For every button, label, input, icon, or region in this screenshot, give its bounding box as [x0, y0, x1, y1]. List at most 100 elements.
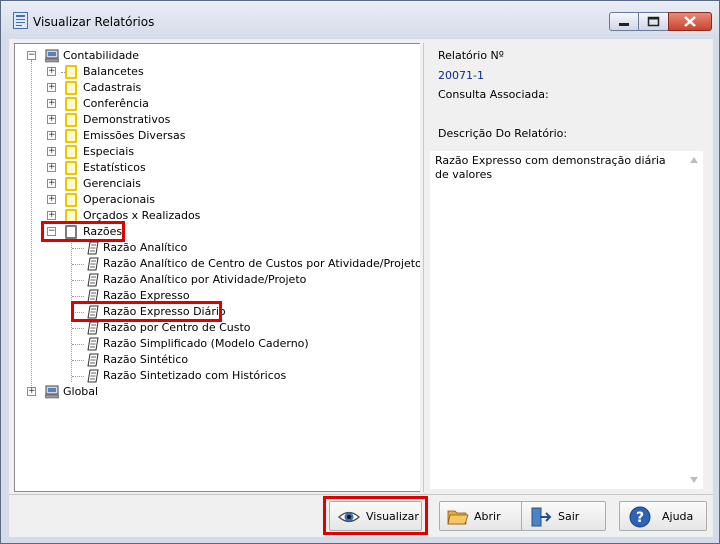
highlight-box: [71, 301, 222, 322]
description-text: Razão Expresso com demonstração diária d…: [435, 154, 666, 181]
tree-node-label: Balancetes: [83, 65, 144, 78]
tree-line: [72, 264, 84, 265]
scroll-down-icon[interactable]: [690, 477, 698, 483]
expand-icon[interactable]: +: [47, 195, 56, 204]
report-icon: [87, 241, 99, 255]
abrir-label: Abrir: [474, 510, 501, 523]
tree-node-report[interactable]: Razão Sintetizado com Históricos: [15, 368, 415, 384]
title-bar[interactable]: Visualizar Relatórios: [1, 1, 719, 39]
sair-button[interactable]: Sair: [521, 501, 606, 531]
folder-icon: [65, 177, 77, 191]
expand-icon[interactable]: +: [47, 211, 56, 220]
report-icon: [87, 321, 99, 335]
expand-icon[interactable]: +: [47, 67, 56, 76]
close-icon: [684, 16, 696, 27]
tree-node-report[interactable]: Razão Simplificado (Modelo Caderno): [15, 336, 415, 352]
tree-line: [72, 280, 84, 281]
highlight-box: [41, 221, 125, 242]
description-label: Descrição Do Relatório:: [438, 127, 568, 140]
report-icon: [87, 353, 99, 367]
tree-node-report[interactable]: Razão Analítico: [15, 240, 415, 256]
report-viewer-window: Visualizar Relatórios − Contabilidade + …: [0, 0, 720, 544]
tree-node-label: Razão Analítico por Atividade/Projeto: [103, 273, 307, 286]
minimize-icon: [619, 23, 629, 26]
sair-label: Sair: [558, 510, 580, 523]
folder-icon: [65, 129, 77, 143]
description-box[interactable]: Razão Expresso com demonstração diária d…: [430, 151, 703, 489]
expand-icon[interactable]: +: [47, 131, 56, 140]
expand-icon[interactable]: +: [47, 147, 56, 156]
tree-line: [72, 328, 84, 329]
folder-icon: [65, 161, 77, 175]
expand-icon[interactable]: +: [27, 387, 36, 396]
collapse-icon[interactable]: −: [27, 51, 36, 60]
scroll-up-icon[interactable]: [690, 157, 698, 163]
tree-node-report[interactable]: Razão Analítico por Atividade/Projeto: [15, 272, 415, 288]
svg-text:?: ?: [636, 510, 644, 526]
app-icon: [13, 12, 28, 29]
tree-line: [72, 248, 84, 249]
folder-icon: [65, 193, 77, 207]
folder-icon: [65, 145, 77, 159]
tree-line: [72, 344, 84, 345]
computer-icon: [45, 385, 59, 399]
tree-node-category[interactable]: + Emissões Diversas: [15, 128, 415, 144]
bottom-separator: [9, 494, 713, 495]
tree-node-label: Gerenciais: [83, 177, 141, 190]
expand-icon[interactable]: +: [47, 83, 56, 92]
expand-icon[interactable]: +: [47, 99, 56, 108]
ajuda-button[interactable]: ? Ajuda: [619, 501, 707, 531]
ajuda-label: Ajuda: [662, 510, 694, 523]
abrir-button[interactable]: Abrir: [439, 501, 524, 531]
tree-node-category[interactable]: + Estatísticos: [15, 160, 415, 176]
maximize-button[interactable]: [638, 12, 669, 31]
close-button[interactable]: [668, 12, 712, 31]
tree-node-category[interactable]: + Conferência: [15, 96, 415, 112]
tree-node-label: Razão Analítico de Centro de Custos por …: [103, 257, 422, 270]
tree-node-label: Operacionais: [83, 193, 156, 206]
tree-line: [72, 376, 84, 377]
tree-node-label: Cadastrais: [83, 81, 142, 94]
tree-node-category[interactable]: + Balancetes: [15, 64, 415, 80]
tree-node-label: Razão Analítico: [103, 241, 188, 254]
minimize-button[interactable]: [609, 12, 639, 31]
tree-node-report[interactable]: Razão Analítico de Centro de Custos por …: [15, 256, 421, 272]
description-scrollbar[interactable]: [686, 151, 703, 489]
report-info-panel: Relatório Nº 20071-1 Consulta Associada:…: [423, 43, 704, 492]
tree-node-global[interactable]: + Global: [15, 384, 415, 400]
tree-node-label: Emissões Diversas: [83, 129, 186, 142]
tree-node-label: Global: [63, 385, 99, 398]
expand-icon[interactable]: +: [47, 115, 56, 124]
help-icon: ?: [629, 506, 651, 528]
maximize-icon: [647, 16, 660, 27]
tree-node-label: Conferência: [83, 97, 149, 110]
tree-node-category[interactable]: + Operacionais: [15, 192, 415, 208]
tree-node-category[interactable]: + Especiais: [15, 144, 415, 160]
tree-node-category[interactable]: + Cadastrais: [15, 80, 415, 96]
expand-icon[interactable]: +: [47, 179, 56, 188]
associated-query-label: Consulta Associada:: [438, 88, 549, 101]
exit-icon: [531, 507, 552, 527]
tree-node-contabilidade[interactable]: − Contabilidade: [15, 48, 415, 64]
expand-icon[interactable]: +: [47, 163, 56, 172]
window-title: Visualizar Relatórios: [33, 15, 155, 29]
report-icon: [87, 273, 99, 287]
tree-node-category[interactable]: + Gerenciais: [15, 176, 415, 192]
open-folder-icon: [447, 510, 469, 525]
highlight-box: [323, 496, 428, 535]
tree-node-report[interactable]: Razão Sintético: [15, 352, 415, 368]
tree-node-label: Razão por Centro de Custo: [103, 321, 251, 334]
computer-icon: [45, 49, 59, 63]
tree-node-label: Razão Sintetizado com Históricos: [103, 369, 287, 382]
report-icon: [87, 337, 99, 351]
folder-icon: [65, 113, 77, 127]
tree-node-category[interactable]: + Demonstrativos: [15, 112, 415, 128]
client-area: − Contabilidade + Balancetes + Cadastrai…: [9, 39, 713, 537]
report-number-label: Relatório Nº: [438, 49, 504, 62]
folder-icon: [65, 97, 77, 111]
tree-node-label: Contabilidade: [63, 49, 140, 62]
report-number-value: 20071-1: [438, 69, 484, 82]
tree-node-report[interactable]: Razão por Centro de Custo: [15, 320, 415, 336]
report-tree[interactable]: − Contabilidade + Balancetes + Cadastrai…: [14, 43, 422, 492]
tree-node-label: Razão Simplificado (Modelo Caderno): [103, 337, 309, 350]
